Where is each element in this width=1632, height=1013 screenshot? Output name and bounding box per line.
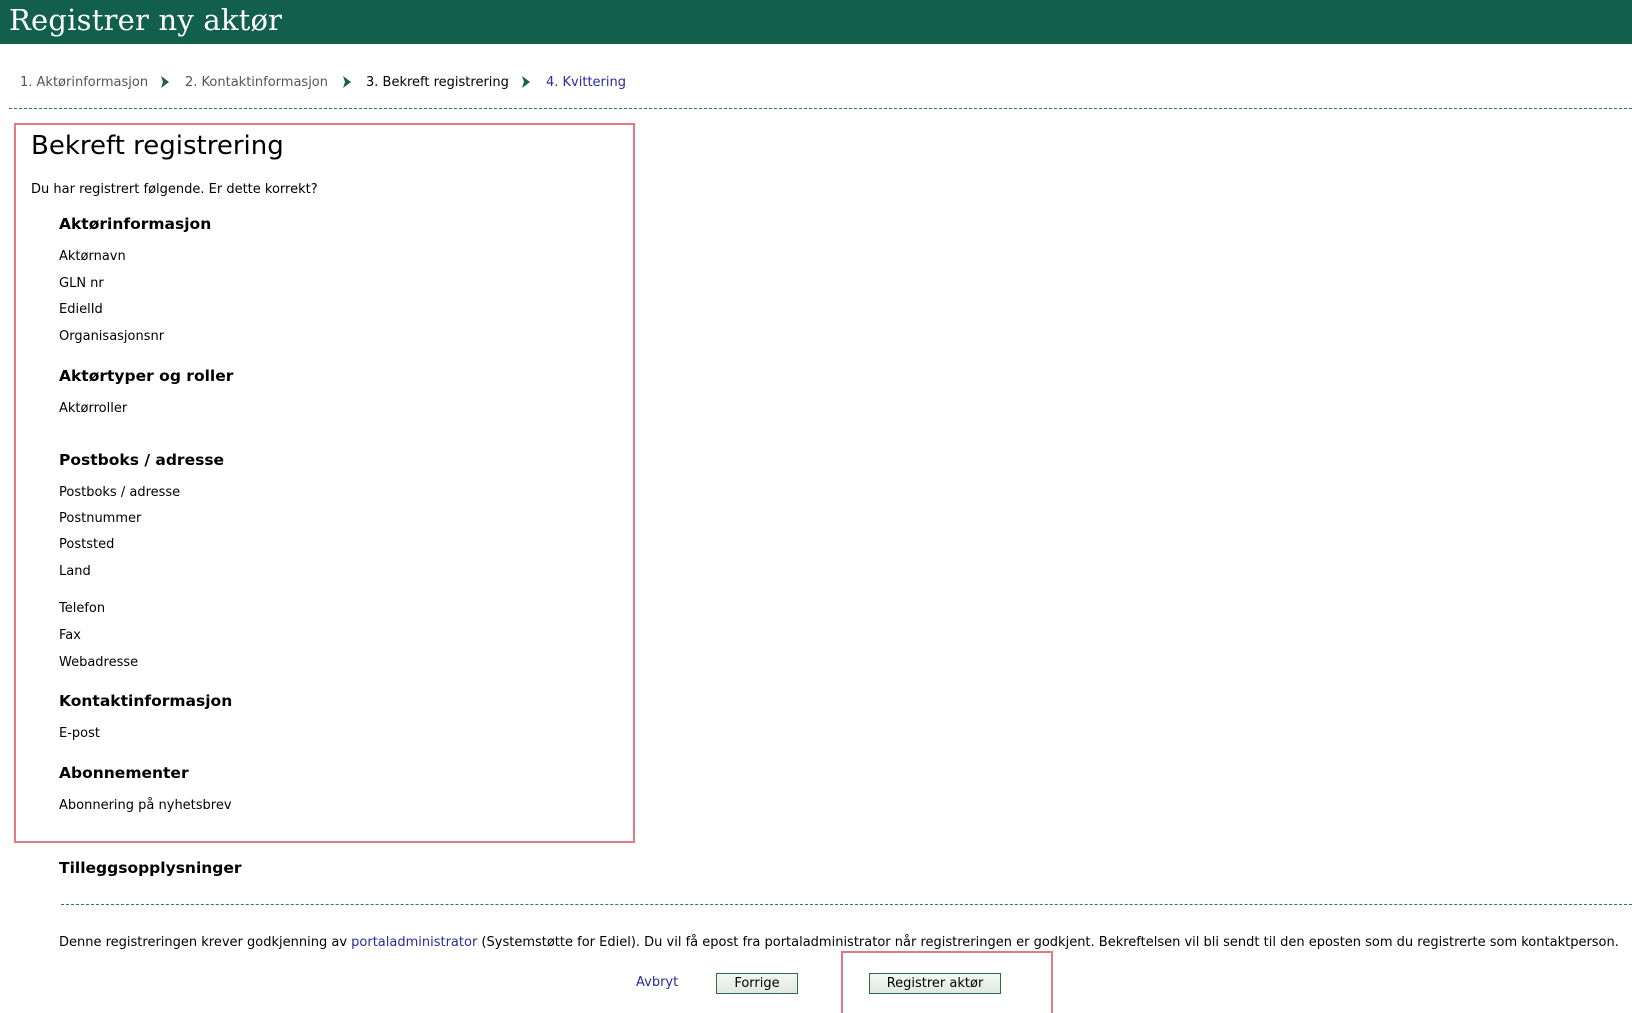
- field-label-city: Poststed: [59, 537, 115, 552]
- confirm-intro: Du har registrert følgende. Er dette kor…: [31, 182, 318, 197]
- note-text: (Systemstøtte for Ediel). Du vil få epos…: [477, 935, 1619, 950]
- field-label-email: E-post: [59, 726, 100, 741]
- confirm-heading: Bekreft registrering: [31, 131, 284, 161]
- section-heading-address: Postboks / adresse: [59, 451, 225, 469]
- section-heading-contact: Kontaktinformasjon: [59, 692, 233, 710]
- section-heading-additional: Tilleggsopplysninger: [59, 859, 242, 877]
- chevron-right-icon: [522, 76, 530, 88]
- section-heading-subscriptions: Abonnementer: [59, 764, 189, 782]
- field-label-org-number: Organisasjonsnr: [59, 329, 165, 344]
- approval-note: Denne registreringen krever godkjenning …: [59, 935, 1619, 950]
- field-label-web: Webadresse: [59, 655, 139, 670]
- section-heading-actor-info: Aktørinformasjon: [59, 215, 212, 233]
- field-label-phone: Telefon: [59, 601, 106, 616]
- step-confirm: 3. Bekreft registrering: [366, 75, 509, 90]
- chevron-right-icon: [161, 76, 169, 88]
- divider: [61, 904, 1632, 905]
- field-label-postbox: Postboks / adresse: [59, 485, 181, 500]
- section-heading-actor-types: Aktørtyper og roller: [59, 367, 234, 385]
- field-label-newsletter: Abonnering på nyhetsbrev: [59, 798, 232, 813]
- step-contact-info[interactable]: 2. Kontaktinformasjon: [185, 75, 328, 90]
- field-label-actor-roles: Aktørroller: [59, 401, 128, 416]
- field-label-postcode: Postnummer: [59, 511, 142, 526]
- step-receipt: 4. Kvittering: [546, 75, 627, 90]
- divider: [9, 108, 1632, 109]
- portal-admin-link[interactable]: portaladministrator: [351, 935, 477, 950]
- register-actor-button[interactable]: Registrer aktør: [869, 973, 1001, 994]
- field-label-country: Land: [59, 564, 91, 579]
- previous-button[interactable]: Forrige: [716, 973, 798, 994]
- chevron-right-icon: [343, 76, 351, 88]
- field-label-gln: GLN nr: [59, 276, 104, 291]
- field-label-fax: Fax: [59, 628, 81, 643]
- page-header: Registrer ny aktør: [0, 0, 1632, 44]
- page-title: Registrer ny aktør: [9, 3, 283, 37]
- wizard-steps: 1. Aktørinformasjon 2. Kontaktinformasjo…: [0, 71, 1632, 93]
- cancel-link[interactable]: Avbryt: [636, 975, 678, 990]
- field-label-actor-name: Aktørnavn: [59, 249, 126, 264]
- field-label-ediel-id: EdielId: [59, 302, 103, 317]
- note-text: Denne registreringen krever godkjenning …: [59, 935, 352, 950]
- step-actor-info[interactable]: 1. Aktørinformasjon: [20, 75, 148, 90]
